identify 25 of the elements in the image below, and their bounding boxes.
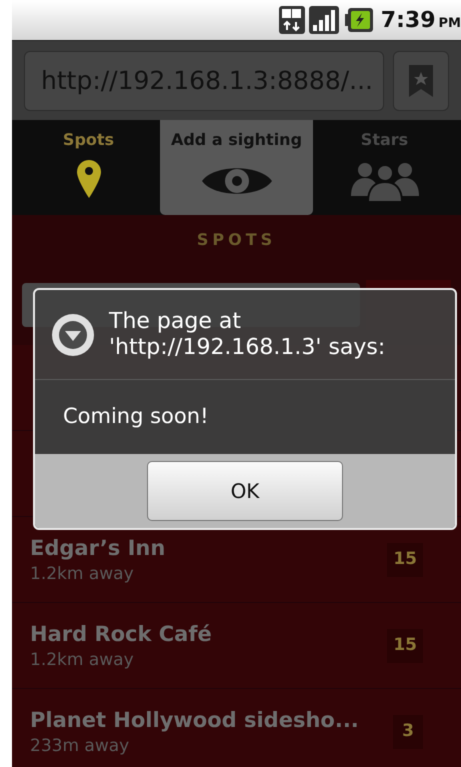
sighting-count: 15 xyxy=(387,628,423,662)
clock-suffix: PM xyxy=(438,14,461,32)
network-3g-icon xyxy=(278,6,305,34)
signal-icon xyxy=(308,6,339,34)
clock-time: 7:39 xyxy=(380,6,436,34)
bookmark-star-icon xyxy=(409,64,433,96)
people-icon xyxy=(348,160,420,202)
ok-button[interactable]: OK xyxy=(147,461,343,521)
map-pin-icon xyxy=(76,160,100,198)
spot-row[interactable]: Planet Hollywood sidesho... 233m away 3 xyxy=(12,689,461,767)
battery-charging-icon xyxy=(342,6,373,34)
sighting-count: 3 xyxy=(393,714,423,748)
section-title: SPOTS xyxy=(196,229,276,251)
spot-name: Hard Rock Café xyxy=(30,620,212,648)
spot-name: Edgar’s Inn xyxy=(30,534,166,562)
dialog-message: Coming soon! xyxy=(63,403,208,430)
bookmark-button[interactable] xyxy=(393,50,449,110)
nav-tab[interactable]: Add a sighting xyxy=(160,120,313,215)
dialog-title: The page at 'http://192.168.1.3' says: xyxy=(109,308,386,360)
sighting-count: 15 xyxy=(387,542,423,576)
spot-distance: 233m away xyxy=(30,734,130,758)
spot-name: Planet Hollywood sidesho... xyxy=(30,706,359,734)
spot-row[interactable]: Hard Rock Café 1.2km away 15 xyxy=(12,603,461,689)
spot-distance: 1.2km away xyxy=(30,648,135,672)
spot-distance: 1.2km away xyxy=(30,562,135,586)
